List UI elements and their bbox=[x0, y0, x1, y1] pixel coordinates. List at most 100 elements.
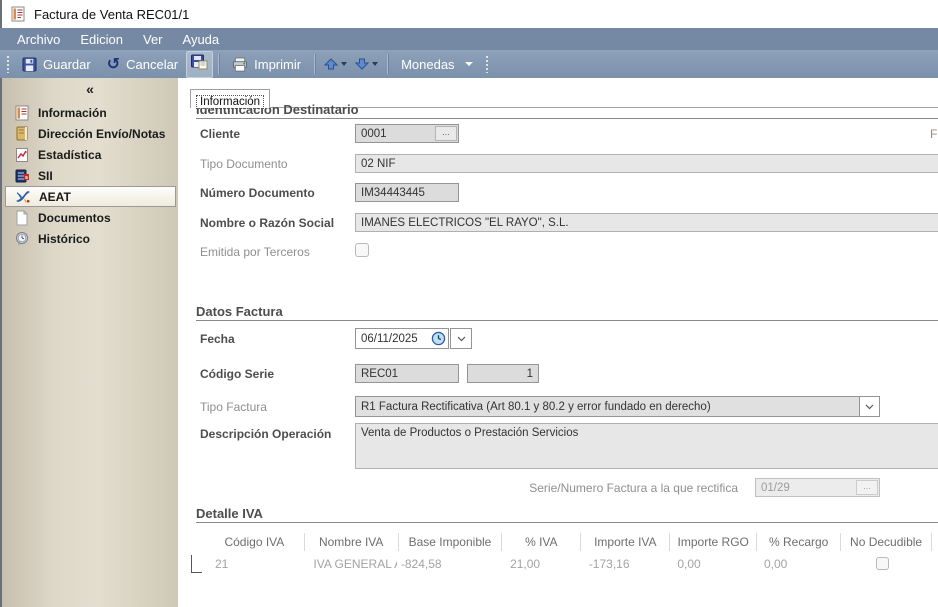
statistics-chart-icon bbox=[14, 147, 30, 163]
fecha-clock-icon[interactable] bbox=[431, 331, 446, 346]
col-codigo-iva[interactable]: Código IVA bbox=[205, 533, 304, 551]
save-template-icon bbox=[191, 54, 208, 70]
numero-documento-value: IM34443445 bbox=[356, 187, 430, 199]
save-special-button[interactable] bbox=[186, 51, 213, 78]
codigo-serie-value: REC01 bbox=[356, 368, 403, 380]
chevron-down-icon bbox=[457, 336, 466, 342]
numero-documento-label: Número Documento bbox=[200, 186, 350, 200]
toolbar-separator bbox=[387, 54, 388, 74]
sidebar-item-direccion-envio[interactable]: Dirección Envío/Notas bbox=[2, 123, 178, 144]
imprimir-button[interactable]: Imprimir bbox=[224, 54, 309, 75]
arrow-down-icon bbox=[355, 58, 369, 70]
imprimir-label: Imprimir bbox=[254, 57, 301, 72]
cell-cutoff bbox=[928, 555, 938, 573]
sidebar-item-sii[interactable]: s SII bbox=[2, 165, 178, 186]
toolbar-separator bbox=[218, 54, 219, 74]
tab-informacion[interactable]: Información bbox=[190, 89, 270, 108]
col-importe-rgo[interactable]: Importe RGO bbox=[669, 533, 756, 551]
move-down-button[interactable] bbox=[351, 56, 382, 72]
tipo-documento-field[interactable]: 02 NIF bbox=[355, 154, 938, 173]
col-base-imponible[interactable]: Base Imponible bbox=[398, 533, 502, 551]
menu-edicion[interactable]: Edicion bbox=[71, 30, 132, 49]
move-up-button[interactable] bbox=[320, 56, 351, 72]
tipo-factura-select[interactable]: R1 Factura Rectificativa (Art 80.1 y 80.… bbox=[355, 396, 880, 417]
tipo-documento-label: Tipo Documento bbox=[200, 157, 350, 171]
cliente-value: 0001 bbox=[356, 128, 392, 140]
cancelar-button[interactable]: ↺ Cancelar bbox=[99, 54, 186, 75]
menu-archivo[interactable]: Archivo bbox=[8, 30, 69, 49]
rectifica-value: 01/29 bbox=[756, 482, 795, 494]
fecha-value: 06/11/2025 bbox=[356, 333, 423, 345]
arrow-down-caret-icon bbox=[372, 62, 378, 66]
arrow-up-icon bbox=[324, 58, 338, 70]
document-icon bbox=[14, 210, 30, 226]
cutoff-right-label: F bbox=[930, 127, 938, 141]
section-detalle-iva-title: Detalle IVA bbox=[196, 506, 938, 523]
titlebar: Factura de Venta REC01/1 bbox=[0, 0, 938, 28]
detalle-iva-row[interactable]: 21 IVA GENERAL AL -824,58 21,00 -173,16 … bbox=[205, 555, 938, 573]
emitida-terceros-label: Emitida por Terceros bbox=[200, 245, 350, 259]
sidebar-item-aeat[interactable]: AEAT bbox=[5, 186, 176, 207]
emitida-terceros-checkbox[interactable] bbox=[355, 243, 369, 257]
window-title: Factura de Venta REC01/1 bbox=[34, 7, 189, 22]
menu-ver[interactable]: Ver bbox=[134, 30, 172, 49]
tipo-factura-dropdown-button[interactable] bbox=[859, 397, 879, 416]
col-nombre-iva[interactable]: Nombre IVA bbox=[304, 533, 398, 551]
history-clock-icon bbox=[14, 231, 30, 247]
cell-importe-rgo: 0,00 bbox=[667, 555, 754, 573]
undo-icon: ↺ bbox=[107, 57, 120, 71]
col-importe-iva[interactable]: Importe IVA bbox=[580, 533, 669, 551]
rectifica-field[interactable]: 01/29 ... bbox=[755, 478, 880, 497]
aeat-logo-icon bbox=[15, 189, 31, 205]
rectifica-browse-button[interactable]: ... bbox=[856, 480, 878, 495]
fecha-field[interactable]: 06/11/2025 bbox=[355, 328, 449, 349]
nombre-razon-value: IMANES ELECTRICOS "EL RAYO", S.L. bbox=[356, 217, 574, 229]
sidebar: « Información Dirección Envío/Notas Esta… bbox=[0, 78, 178, 607]
cliente-browse-button[interactable]: ... bbox=[435, 126, 457, 141]
menu-ayuda[interactable]: Ayuda bbox=[174, 30, 229, 49]
numero-documento-field[interactable]: IM34443445 bbox=[355, 183, 459, 202]
descripcion-value: Venta de Productos o Prestación Servicio… bbox=[356, 424, 583, 439]
codigo-serie-field[interactable]: REC01 bbox=[355, 364, 459, 383]
address-book-icon bbox=[14, 126, 30, 142]
toolbar-grip bbox=[485, 55, 489, 73]
sidebar-item-label: Dirección Envío/Notas bbox=[38, 127, 165, 141]
sidebar-item-label: Estadística bbox=[38, 148, 101, 162]
sidebar-item-label: Documentos bbox=[38, 211, 111, 225]
descripcion-textarea[interactable]: Venta de Productos o Prestación Servicio… bbox=[355, 423, 938, 469]
toolbar: Guardar ↺ Cancelar Imprimir bbox=[0, 50, 938, 78]
cell-codigo-iva: 21 bbox=[205, 555, 303, 573]
cliente-label: Cliente bbox=[200, 127, 350, 141]
col-pct-iva[interactable]: % IVA bbox=[501, 533, 580, 551]
toolbar-separator bbox=[314, 54, 315, 74]
fecha-label: Fecha bbox=[200, 332, 350, 346]
printer-icon bbox=[232, 57, 248, 72]
row-selector-marker[interactable] bbox=[191, 555, 202, 573]
sii-ledger-icon: s bbox=[14, 168, 30, 184]
cliente-field[interactable]: 0001 ... bbox=[355, 124, 459, 143]
tipo-factura-value: R1 Factura Rectificativa (Art 80.1 y 80.… bbox=[356, 401, 716, 413]
col-cutoff[interactable]: P bbox=[931, 533, 938, 551]
sidebar-item-documentos[interactable]: Documentos bbox=[2, 207, 178, 228]
arrow-up-caret-icon bbox=[341, 62, 347, 66]
cell-base-imponible: -824,58 bbox=[397, 555, 500, 573]
section-identificacion-title: Identificacion Destinatario bbox=[196, 102, 938, 119]
guardar-button[interactable]: Guardar bbox=[14, 54, 99, 75]
sidebar-item-informacion[interactable]: Información bbox=[2, 102, 178, 123]
nombre-razon-label: Nombre o Razón Social bbox=[200, 216, 350, 230]
monedas-button[interactable]: Monedas bbox=[393, 54, 480, 75]
sidebar-collapse-button[interactable]: « bbox=[2, 78, 178, 102]
cell-pct-iva: 21,00 bbox=[500, 555, 579, 573]
tab-label: Información bbox=[196, 95, 264, 109]
tipo-documento-value: 02 NIF bbox=[356, 158, 401, 170]
no-decudible-checkbox[interactable] bbox=[876, 557, 889, 570]
col-no-decudible[interactable]: No Decudible bbox=[840, 533, 931, 551]
numero-serie-field[interactable]: 1 bbox=[467, 364, 539, 383]
codigo-serie-label: Código Serie bbox=[200, 367, 350, 381]
sidebar-item-estadistica[interactable]: Estadística bbox=[2, 144, 178, 165]
sidebar-item-historico[interactable]: Histórico bbox=[2, 228, 178, 249]
nombre-razon-field[interactable]: IMANES ELECTRICOS "EL RAYO", S.L. bbox=[355, 213, 938, 232]
fecha-dropdown-button[interactable] bbox=[450, 328, 472, 349]
col-pct-recargo[interactable]: % Recargo bbox=[756, 533, 840, 551]
menubar: Archivo Edicion Ver Ayuda bbox=[0, 28, 938, 50]
